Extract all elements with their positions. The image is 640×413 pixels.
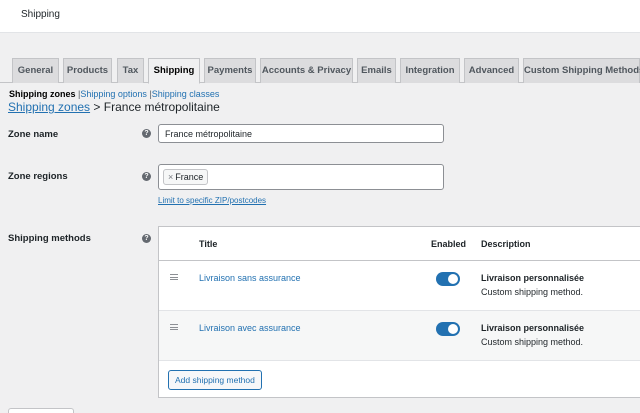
tab-general[interactable]: General [12, 58, 59, 83]
drag-handle-icon[interactable] [170, 324, 178, 330]
shipping-subnav: Shipping zones |Shipping options |Shippi… [9, 89, 219, 99]
breadcrumb-shipping-zones-link[interactable]: Shipping zones [8, 100, 90, 114]
subnav-shipping-zones[interactable]: Shipping zones [9, 89, 76, 99]
settings-tabs: General Products Tax Shipping Payments A… [0, 58, 640, 84]
limit-postcodes-link[interactable]: Limit to specific ZIP/postcodes [158, 196, 266, 205]
save-button[interactable] [8, 408, 74, 413]
method-description-text: Custom shipping method. [481, 287, 584, 297]
zone-name-label: Zone name [8, 129, 59, 140]
help-icon[interactable]: ? [142, 172, 151, 181]
tab-payments[interactable]: Payments [204, 58, 256, 83]
zone-regions-select[interactable]: × France [158, 164, 444, 190]
method-description-text: Custom shipping method. [481, 337, 584, 347]
zone-regions-label: Zone regions [8, 171, 68, 182]
table-row: Livraison avec assurance Livraison perso… [159, 311, 640, 361]
tab-integration[interactable]: Integration [400, 58, 460, 83]
table-row: Livraison sans assurance Livraison perso… [159, 261, 640, 311]
page-title: Shipping [21, 9, 60, 20]
shipping-methods-label: Shipping methods [8, 233, 91, 244]
zone-name-input[interactable]: France métropolitaine [158, 124, 444, 143]
tab-advanced[interactable]: Advanced [464, 58, 519, 83]
help-icon[interactable]: ? [142, 129, 151, 138]
method-title-link[interactable]: Livraison sans assurance [199, 273, 301, 283]
tab-products[interactable]: Products [63, 58, 112, 83]
tab-emails[interactable]: Emails [357, 58, 396, 83]
toggle-knob [448, 274, 458, 284]
enabled-toggle[interactable] [436, 322, 460, 336]
column-enabled: Enabled [431, 239, 467, 249]
table-header: Title Enabled Description [159, 227, 640, 261]
region-chip-label: France [175, 172, 204, 182]
toggle-knob [448, 324, 458, 334]
top-bar: Shipping [0, 0, 640, 33]
method-title-link[interactable]: Livraison avec assurance [199, 323, 301, 333]
drag-handle-icon[interactable] [170, 274, 178, 280]
enabled-toggle[interactable] [436, 272, 460, 286]
column-title: Title [199, 239, 218, 249]
region-chip: × France [163, 169, 209, 185]
shipping-methods-table: Title Enabled Description Livraison sans… [158, 226, 640, 398]
column-description: Description [481, 239, 531, 249]
tab-custom-shipping-methods[interactable]: Custom Shipping Methods [523, 58, 640, 83]
breadcrumb: Shipping zones > France métropolitaine [8, 100, 220, 114]
breadcrumb-separator: > [93, 100, 101, 114]
method-description-title: Livraison personnalisée [481, 323, 585, 333]
tab-tax[interactable]: Tax [117, 58, 144, 83]
method-description-title: Livraison personnalisée [481, 273, 585, 283]
subnav-shipping-classes[interactable]: Shipping classes [152, 89, 220, 99]
breadcrumb-current: France métropolitaine [103, 100, 220, 114]
tab-shipping[interactable]: Shipping [148, 58, 200, 84]
subnav-shipping-options[interactable]: Shipping options [80, 89, 147, 99]
help-icon[interactable]: ? [142, 234, 151, 243]
add-shipping-method-button[interactable]: Add shipping method [168, 370, 262, 390]
remove-region-icon[interactable]: × [168, 172, 173, 182]
tab-accounts-privacy[interactable]: Accounts & Privacy [260, 58, 353, 83]
